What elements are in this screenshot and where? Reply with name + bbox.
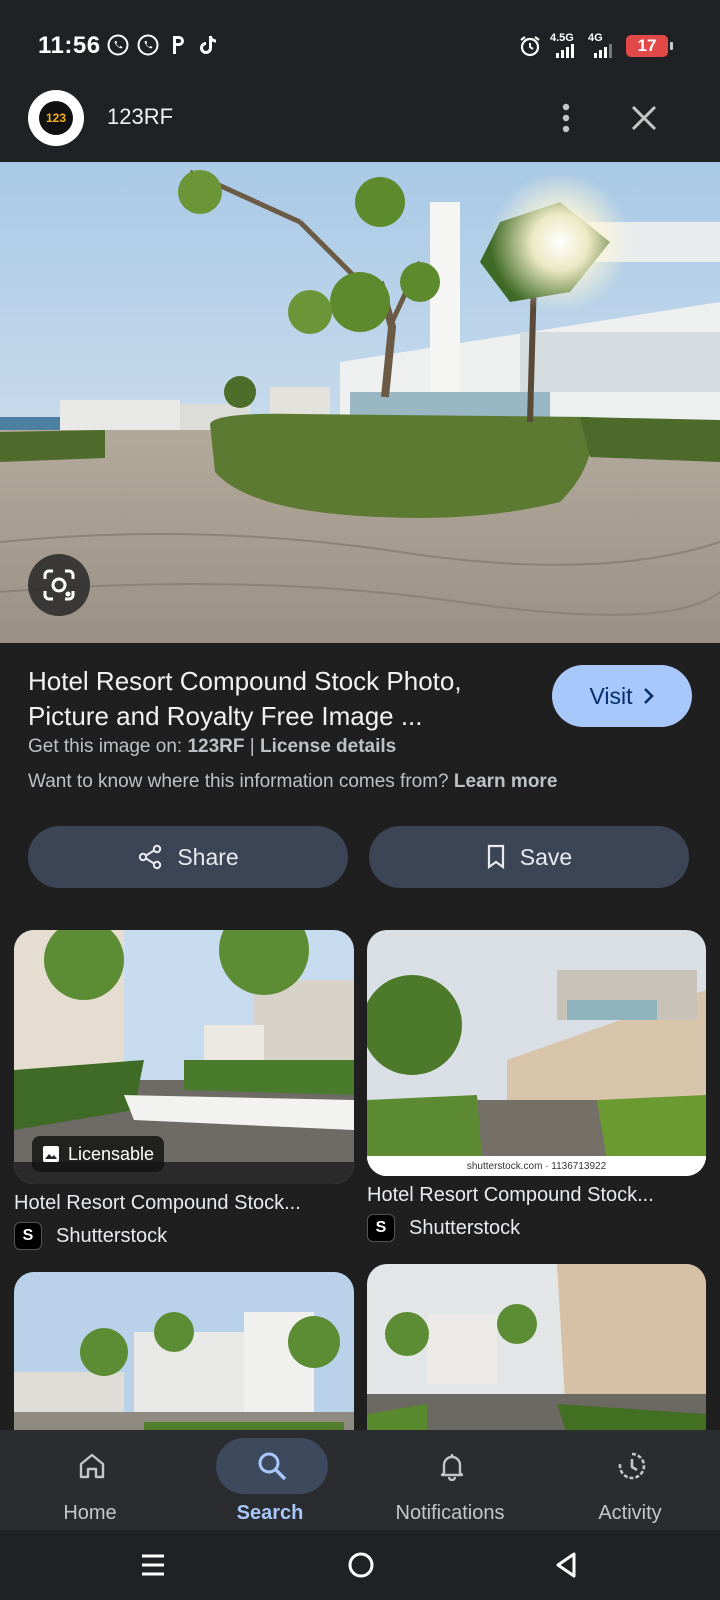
related-source-1[interactable]: S Shutterstock <box>14 1222 167 1250</box>
site-logo[interactable]: 123 <box>28 90 84 146</box>
home-circle-icon[interactable] <box>347 1551 375 1579</box>
close-icon <box>631 105 657 131</box>
alarm-icon <box>520 36 540 57</box>
related-source-2[interactable]: S Shutterstock <box>367 1214 520 1242</box>
result-title[interactable]: Hotel Resort Compound Stock Photo, Pictu… <box>28 664 528 734</box>
info-prefix: Want to know where this information come… <box>28 771 454 792</box>
nav-home[interactable]: Home <box>0 1430 180 1530</box>
related-source-name-2: Shutterstock <box>409 1216 521 1239</box>
whatsapp-icon <box>107 34 129 56</box>
source-separator: | <box>244 736 260 757</box>
related-title-1[interactable]: Hotel Resort Compound Stock... <box>14 1192 301 1215</box>
licensable-label: Licensable <box>68 1143 155 1164</box>
close-button[interactable] <box>624 98 664 138</box>
recent-apps-icon[interactable] <box>140 1552 166 1578</box>
resort-photo <box>0 162 720 643</box>
signal-4-5g-icon: 4.5G <box>550 33 580 58</box>
nav-search-label: Search <box>236 1502 304 1524</box>
related-thumbnail-1[interactable]: Licensable <box>14 930 354 1184</box>
battery-indicator: 17 <box>626 35 673 57</box>
more-options-button[interactable] <box>546 98 586 138</box>
chevron-right-icon <box>643 688 654 704</box>
source-prefix: Get this image on: <box>28 736 188 757</box>
activity-history-icon <box>618 1452 646 1480</box>
result-header: 123 123RF <box>0 88 720 162</box>
share-label: Share <box>177 843 239 870</box>
related-source-name-1: Shutterstock <box>56 1224 168 1247</box>
source-line: Get this image on: 123RF | License detai… <box>28 736 396 758</box>
signal-4g-icon: 4G <box>588 33 618 58</box>
licensable-badge: Licensable <box>32 1136 165 1172</box>
lens-icon <box>43 569 75 601</box>
related-title-2[interactable]: Hotel Resort Compound Stock... <box>367 1184 654 1207</box>
bottom-navigation: Home Search Notifications Activity <box>0 1430 720 1530</box>
share-icon <box>139 844 162 870</box>
bookmark-icon <box>487 844 504 870</box>
nav-activity[interactable]: Activity <box>540 1430 720 1530</box>
main-result-image[interactable] <box>0 162 720 643</box>
nav-notifications-label: Notifications <box>395 1502 505 1524</box>
learn-more-link[interactable]: Learn more <box>454 771 557 792</box>
shutterstock-icon: S <box>367 1214 395 1242</box>
license-details-link[interactable]: License details <box>260 736 396 757</box>
source-name[interactable]: 123RF <box>187 736 244 757</box>
site-logo-text: 123 <box>39 101 73 135</box>
whatsapp-business-icon <box>137 34 159 56</box>
thumbnail-caption: shutterstock.com · 1136713922 <box>367 1156 706 1176</box>
more-vert-icon <box>562 103 570 133</box>
google-lens-button[interactable] <box>28 554 90 616</box>
save-label: Save <box>519 843 573 870</box>
bell-icon <box>440 1454 464 1481</box>
shutterstock-icon: S <box>14 1222 42 1250</box>
info-source-line: Want to know where this information come… <box>28 771 557 793</box>
save-button[interactable]: Save <box>369 826 689 888</box>
share-button[interactable]: Share <box>28 826 348 888</box>
site-name[interactable]: 123RF <box>107 104 173 130</box>
search-icon <box>258 1452 287 1481</box>
image-icon <box>43 1146 59 1162</box>
tiktok-icon <box>200 36 216 54</box>
related-thumbnail-2[interactable]: shutterstock.com · 1136713922 <box>367 930 706 1176</box>
system-navigation-bar <box>0 1530 720 1600</box>
parking-p-icon <box>173 36 184 54</box>
nav-search[interactable]: Search <box>180 1430 360 1530</box>
status-time: 11:56 <box>38 32 101 59</box>
home-icon <box>79 1453 105 1479</box>
visit-label: Visit <box>589 682 633 709</box>
nav-home-label: Home <box>63 1502 117 1524</box>
nav-notifications[interactable]: Notifications <box>360 1430 540 1530</box>
nav-activity-label: Activity <box>598 1502 662 1524</box>
status-bar: 11:56 4.5G 4G 17 <box>0 0 720 88</box>
visit-button[interactable]: Visit <box>552 665 692 727</box>
back-icon[interactable] <box>554 1551 578 1579</box>
